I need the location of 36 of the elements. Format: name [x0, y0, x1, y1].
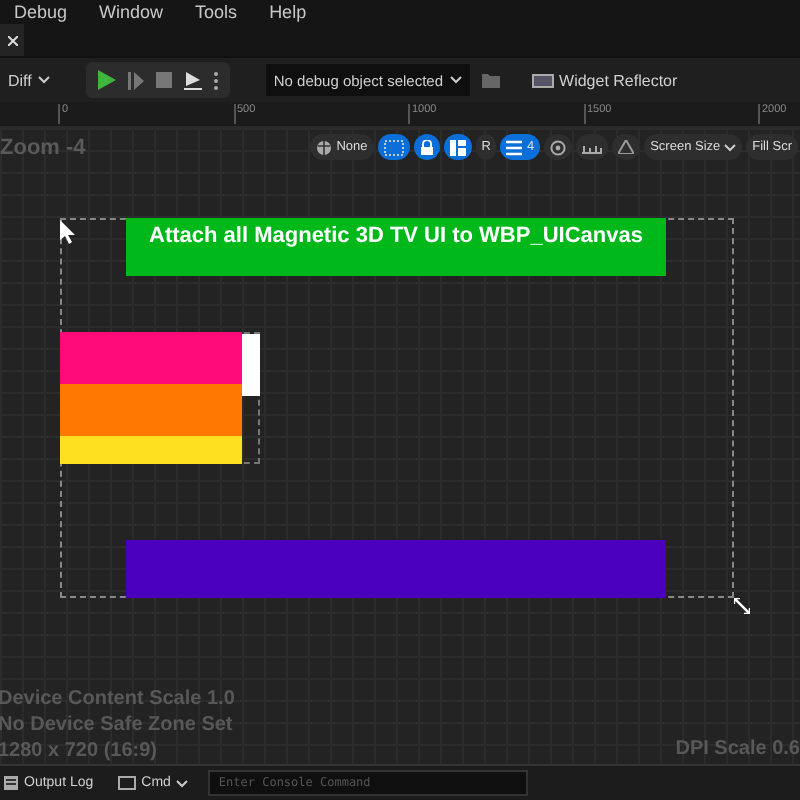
widget-reflector-button[interactable]: Widget Reflector — [527, 64, 682, 96]
close-icon[interactable] — [7, 35, 17, 45]
editor-tab[interactable] — [0, 24, 24, 56]
lock-toggle[interactable] — [413, 134, 440, 160]
step-icon[interactable] — [127, 71, 144, 89]
lock-icon — [419, 139, 434, 155]
stop-icon[interactable] — [155, 72, 172, 88]
more-icon[interactable] — [213, 71, 218, 89]
ruler-toggle[interactable] — [576, 134, 609, 160]
triangle-toggle[interactable] — [612, 134, 641, 160]
menu-item[interactable]: Window — [99, 2, 164, 22]
terminal-icon — [117, 776, 136, 790]
layout-toggle[interactable] — [443, 134, 472, 160]
globe-icon — [316, 139, 333, 155]
caret-icon — [176, 779, 189, 787]
cursor-icon — [60, 220, 76, 244]
resize-handle-icon[interactable] — [734, 598, 750, 614]
target-toggle[interactable] — [544, 134, 573, 160]
list-icon — [506, 139, 523, 155]
grid-toggle[interactable] — [377, 134, 410, 160]
menu-item[interactable]: Tools — [195, 2, 238, 22]
title-banner: Attach all Magnetic 3D TV UI to WBP_UICanvas — [126, 218, 666, 276]
play-icon[interactable] — [97, 70, 116, 90]
target-icon — [550, 139, 567, 155]
caret-icon — [449, 76, 462, 84]
menu-item[interactable]: Debug — [14, 2, 68, 22]
monitor-icon — [531, 73, 554, 87]
menu-item[interactable]: Help — [269, 2, 307, 22]
caret-icon — [37, 76, 50, 84]
folder-icon[interactable] — [481, 72, 500, 88]
diff-button[interactable]: Diff — [4, 64, 54, 96]
grid-icon — [383, 139, 404, 155]
layout-icon — [449, 139, 466, 155]
caret-icon — [724, 143, 737, 151]
ruler-icon — [582, 141, 603, 153]
triangle-icon — [618, 140, 635, 154]
